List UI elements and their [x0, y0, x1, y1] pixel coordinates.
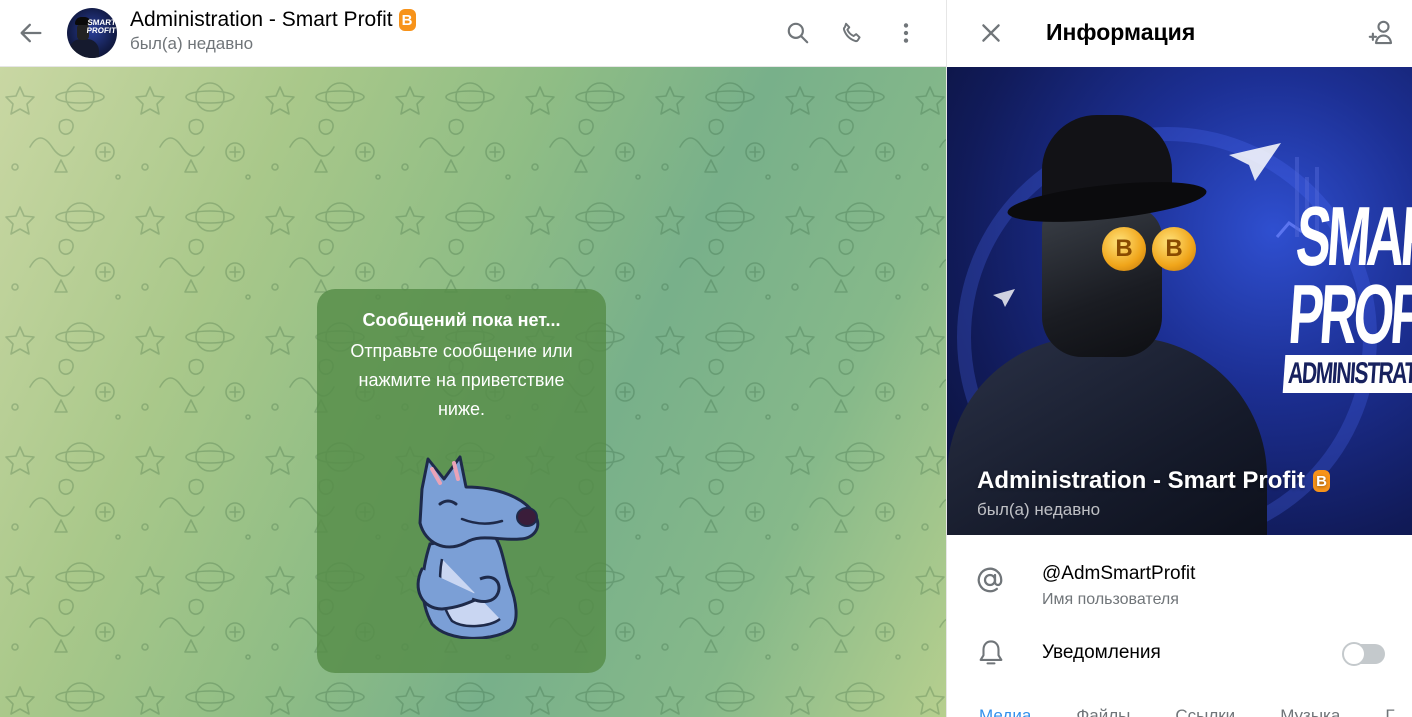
phone-icon [842, 22, 861, 43]
close-button[interactable] [971, 13, 1011, 53]
cover-logo: SMART PROFIT ADMINISTRATION [1180, 189, 1412, 393]
tab-music[interactable]: Музыка [1280, 704, 1340, 717]
username-row[interactable]: @AdmSmartProfit Имя пользователя [947, 553, 1412, 615]
toggle-knob [1342, 642, 1366, 666]
avatar[interactable]: SMART PROFIT [67, 8, 117, 58]
cover-logo-line2: PROFIT [1285, 267, 1412, 361]
call-button[interactable] [832, 13, 872, 53]
media-tabs: Медиа Файлы Ссылки Музыка Г [947, 704, 1412, 717]
at-icon [977, 567, 1003, 593]
chat-background: Сообщений пока нет... Отправьте сообщени… [0, 67, 946, 717]
tab-voice[interactable]: Г [1385, 704, 1394, 717]
profile-status: был(а) недавно [977, 500, 1101, 519]
close-icon [982, 24, 1000, 42]
tab-media[interactable]: Медиа [979, 704, 1031, 717]
empty-chat-card: Сообщений пока нет... Отправьте сообщени… [317, 289, 606, 673]
greeting-sticker[interactable] [402, 449, 547, 639]
add-user-icon [1368, 20, 1393, 45]
info-title: Информация [1046, 19, 1196, 45]
notifications-label: Уведомления [1042, 642, 1161, 663]
back-button[interactable] [11, 13, 51, 53]
more-vertical-icon [903, 23, 909, 43]
bitcoin-coin-left: B [1102, 227, 1146, 271]
empty-chat-title: Сообщений пока нет... [362, 310, 561, 330]
search-icon [787, 22, 809, 44]
info-header: Информация [947, 0, 1412, 67]
tab-links[interactable]: Ссылки [1175, 704, 1235, 717]
cover-logo-line1: SMART [1293, 189, 1412, 283]
bell-icon [979, 640, 1003, 665]
bitcoin-icon: B [398, 9, 416, 31]
tab-files[interactable]: Файлы [1076, 704, 1130, 717]
username-label: Имя пользователя [1042, 591, 1179, 608]
chat-panel: SMART PROFIT Administration - Smart Prof… [0, 0, 946, 717]
notifications-toggle[interactable] [1342, 642, 1385, 666]
chat-title-block[interactable]: Administration - Smart Profit B был(а) н… [130, 7, 416, 54]
empty-chat-text: Отправьте сообщение или нажмите на приве… [350, 341, 573, 419]
avatar-logo-line2: PROFIT [86, 26, 117, 35]
bitcoin-icon: B [1313, 470, 1331, 492]
chat-status: был(а) недавно [130, 34, 254, 53]
chat-title: Administration - Smart Profit [130, 8, 393, 31]
profile-cover[interactable]: B B SMART PROFIT ADMINISTRATION Administ… [947, 67, 1412, 535]
search-button[interactable] [778, 13, 818, 53]
info-panel: Информация B B SMART PROFIT ADMINISTRATI… [946, 0, 1412, 717]
profile-name: Administration - Smart Profit [977, 467, 1306, 494]
telegram-app: SMART PROFIT Administration - Smart Prof… [0, 0, 1412, 717]
more-button[interactable] [886, 13, 926, 53]
cover-logo-line3: ADMINISTRATION [1282, 355, 1412, 393]
add-contact-button[interactable] [1361, 13, 1401, 53]
back-arrow-icon [20, 23, 42, 43]
notifications-row[interactable]: Уведомления [947, 628, 1412, 678]
chat-header: SMART PROFIT Administration - Smart Prof… [0, 0, 946, 67]
header-actions [778, 13, 926, 53]
username-value: @AdmSmartProfit [1042, 563, 1196, 584]
